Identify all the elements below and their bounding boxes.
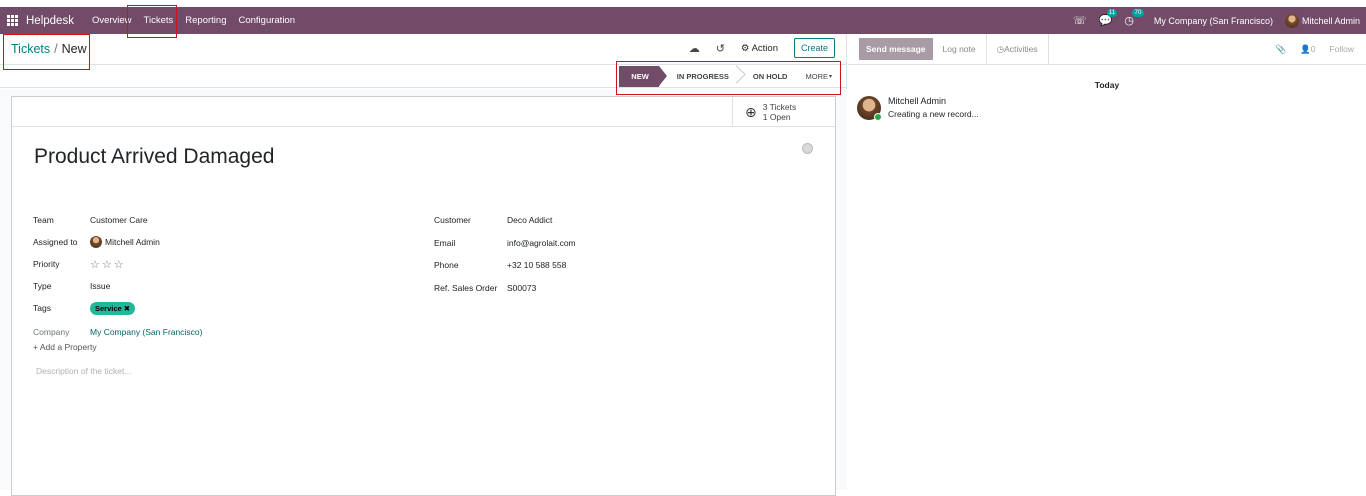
- lifebuoy-icon: ⊕: [745, 103, 757, 120]
- send-message-button[interactable]: Send message: [859, 38, 933, 60]
- smart-button-count: 3 Tickets: [762, 102, 797, 112]
- phone-label: Phone: [434, 260, 459, 271]
- activities-label: Activities: [1004, 44, 1038, 54]
- navbar-systray: ☏ 💬 11 ◷ 70 My Company (San Francisco) Mit…: [1073, 9, 1366, 28]
- button-box: ⊕ 3 Tickets 1 Open: [12, 97, 835, 127]
- messages-badge: 11: [1106, 9, 1118, 17]
- log-note-button[interactable]: Log note: [933, 44, 986, 54]
- assignee-avatar: [90, 236, 102, 248]
- highlight-tickets-menu: [127, 5, 177, 38]
- discard-icon[interactable]: ↺: [716, 42, 725, 55]
- clock-icon: ◷: [996, 43, 1005, 54]
- chatter-topbar: Send message Log note ◷ Activities 📎 👤0 F…: [848, 33, 1366, 65]
- menu-configuration[interactable]: Configuration: [232, 7, 301, 34]
- apps-grid-icon[interactable]: [7, 15, 21, 26]
- plus-icon: +: [33, 342, 38, 352]
- highlight-stages: [616, 61, 841, 95]
- sales-order-label: Ref. Sales Order: [434, 282, 498, 293]
- priority-stars[interactable]: ☆☆☆: [90, 258, 126, 271]
- activities-button[interactable]: ◷ Activities: [985, 33, 1049, 65]
- team-label: Team: [33, 215, 54, 225]
- clock-icon[interactable]: ◷ 70: [1124, 9, 1144, 27]
- action-label: Action: [751, 42, 778, 54]
- company-switcher[interactable]: My Company (San Francisco): [1154, 16, 1273, 26]
- smart-button-open: 1 Open: [762, 112, 791, 122]
- tickets-smart-button[interactable]: ⊕ 3 Tickets 1 Open: [732, 97, 835, 127]
- right-field-group: Customer Deco Addict Email info@agrolait.c…: [434, 209, 576, 299]
- user-name: Mitchell Admin: [1301, 15, 1360, 26]
- followers-button[interactable]: 👤0: [1300, 44, 1315, 55]
- company-label: Company: [33, 327, 70, 337]
- customer-field[interactable]: Deco Addict: [507, 215, 552, 225]
- customer-label: Customer: [434, 215, 471, 226]
- main-menu: Overview Tickets Reporting Configuration: [86, 7, 301, 34]
- sales-order-field[interactable]: S00073: [507, 283, 536, 293]
- type-field[interactable]: Issue: [90, 281, 110, 291]
- author-avatar[interactable]: [857, 96, 882, 121]
- team-field[interactable]: Customer Care: [90, 215, 148, 225]
- company-field[interactable]: My Company (San Francisco): [90, 327, 202, 337]
- date-separator: Today: [1094, 80, 1120, 90]
- followers-count: 0: [1310, 44, 1316, 54]
- tags-label: Tags: [33, 303, 51, 313]
- message-body: Creating a new record...: [888, 109, 979, 119]
- left-field-group: Team Customer Care Assigned to Mitchell Ad…: [33, 209, 202, 343]
- type-label: Type: [33, 281, 52, 291]
- activities-badge: 70: [1132, 9, 1144, 17]
- add-property-button[interactable]: + Add a Property: [33, 342, 97, 352]
- gear-icon: ⚙: [740, 42, 750, 54]
- assigned-to-field[interactable]: Mitchell Admin: [90, 236, 160, 248]
- email-field[interactable]: info@agrolait.com: [507, 238, 576, 248]
- chatter-message: Mitchell Admin Creating a new record...: [857, 96, 979, 121]
- create-button[interactable]: Create: [793, 38, 835, 58]
- kanban-state-dot[interactable]: [802, 143, 813, 154]
- description-field[interactable]: Description of the ticket...: [36, 366, 131, 376]
- priority-label: Priority: [33, 259, 60, 269]
- top-strip: [0, 0, 1366, 7]
- add-property-label: Add a Property: [39, 342, 97, 352]
- chatter-panel: Send message Log note ◷ Activities 📎 👤0 F…: [848, 33, 1366, 490]
- top-navbar: Helpdesk Overview Tickets Reporting Conf…: [0, 7, 1366, 34]
- follow-button[interactable]: Follow: [1329, 44, 1354, 55]
- form-view: Tickets / New ☁ ↺ ⚙ Action Create NEW IN P…: [0, 34, 847, 496]
- user-menu[interactable]: Mitchell Admin: [1284, 13, 1360, 28]
- app-brand[interactable]: Helpdesk: [26, 15, 74, 27]
- phone-icon[interactable]: ☏: [1073, 14, 1087, 27]
- cloud-save-icon[interactable]: ☁: [689, 42, 700, 55]
- form-sheet: ⊕ 3 Tickets 1 Open Product Arrived Damag…: [11, 96, 836, 496]
- online-status-icon: [874, 113, 882, 121]
- assigned-to-label: Assigned to: [33, 237, 78, 247]
- tag-service: Service ✖: [90, 301, 136, 315]
- assignee-name: Mitchell Admin: [105, 237, 160, 247]
- highlight-breadcrumb: [3, 34, 90, 70]
- messages-icon[interactable]: 💬 11: [1099, 9, 1118, 27]
- tags-field[interactable]: Service ✖: [90, 301, 136, 315]
- tag-label: Service: [95, 303, 122, 313]
- tag-remove-icon[interactable]: ✖: [124, 304, 130, 313]
- chatter-toolbar: 📎 👤0 Follow: [1276, 44, 1354, 55]
- user-avatar: [1284, 13, 1299, 28]
- user-icon: 👤: [1300, 44, 1311, 54]
- menu-reporting[interactable]: Reporting: [179, 7, 232, 34]
- ticket-title[interactable]: Product Arrived Damaged: [34, 145, 274, 169]
- phone-field[interactable]: +32 10 588 558: [507, 260, 566, 270]
- action-menu[interactable]: ⚙ Action: [741, 43, 778, 54]
- email-label: Email: [434, 237, 456, 248]
- message-author[interactable]: Mitchell Admin: [888, 96, 979, 106]
- paperclip-icon[interactable]: 📎: [1276, 44, 1287, 55]
- form-actions: ☁ ↺ ⚙ Action Create: [689, 38, 835, 58]
